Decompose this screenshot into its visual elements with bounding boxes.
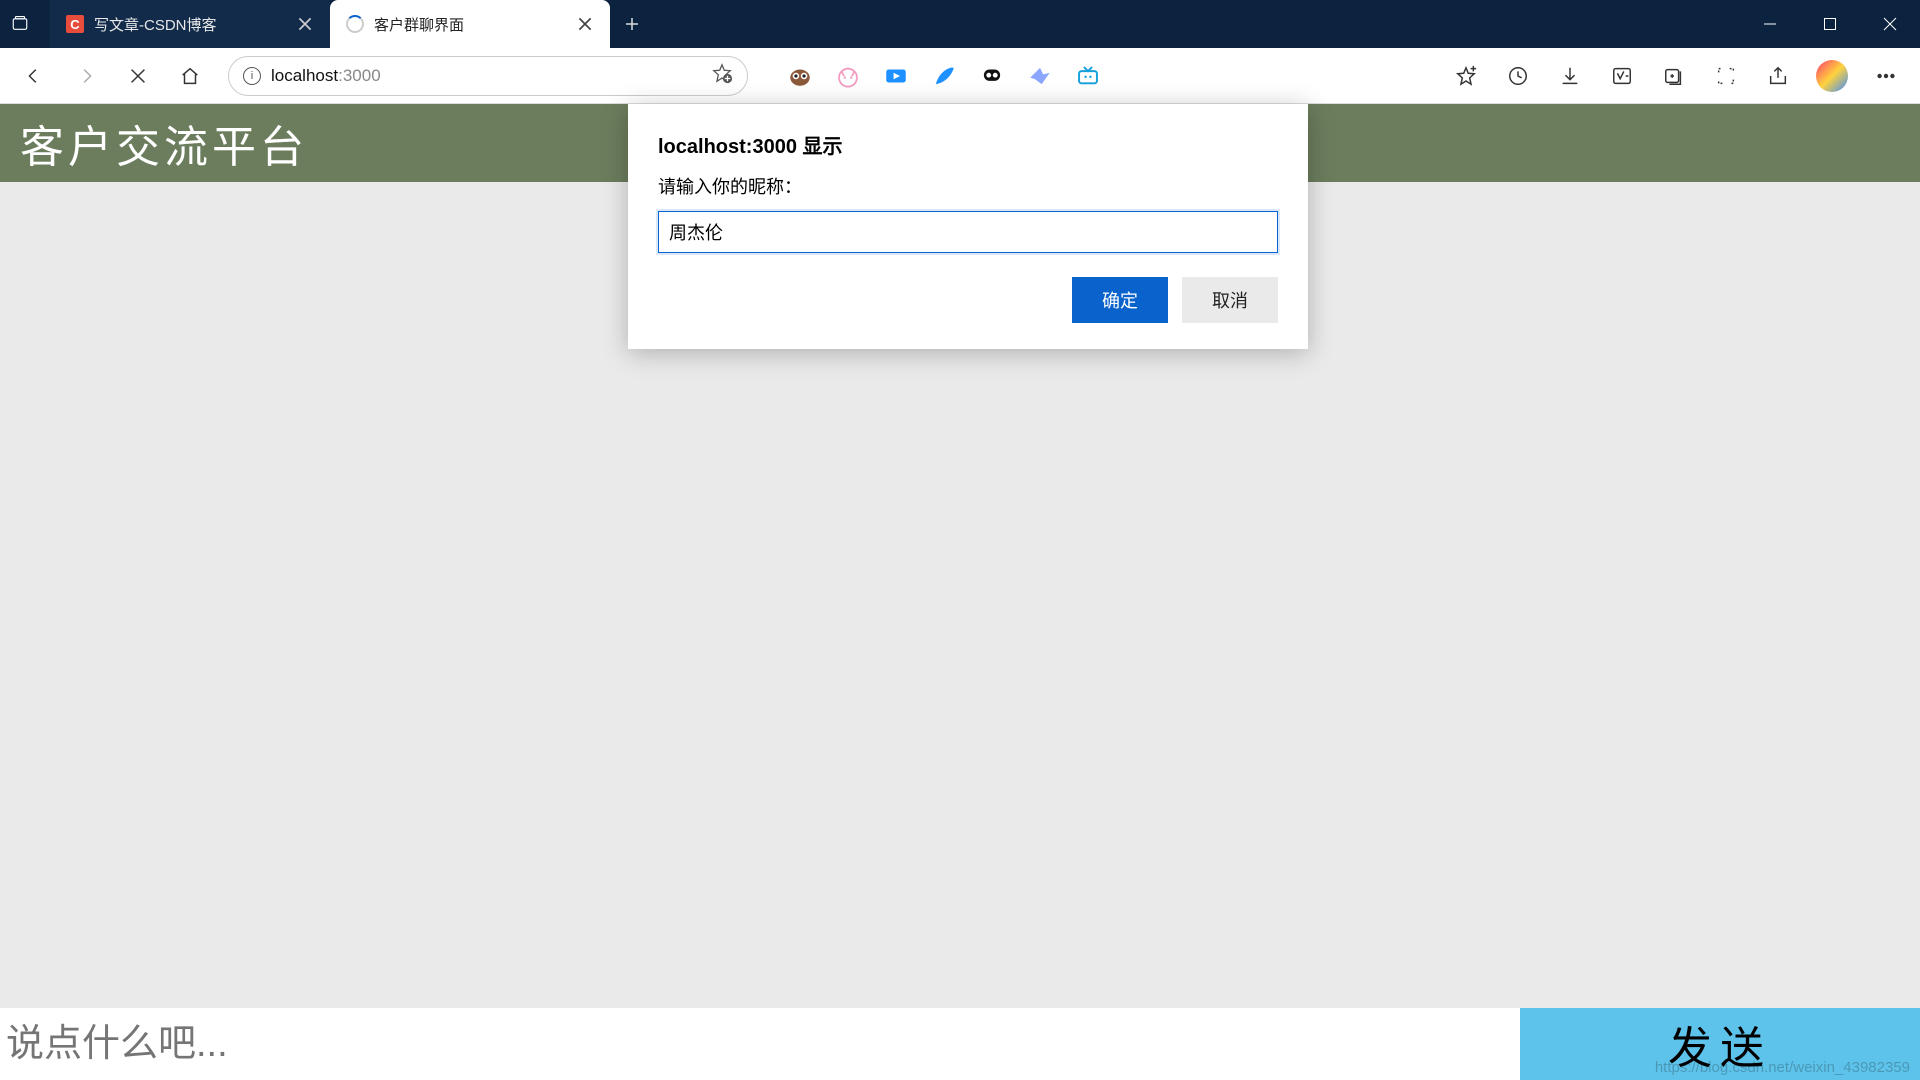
history-button[interactable] (1494, 52, 1542, 100)
share-button[interactable] (1754, 52, 1802, 100)
home-button[interactable] (166, 52, 214, 100)
dialog-cancel-button[interactable]: 取消 (1182, 277, 1278, 323)
forward-button[interactable] (62, 52, 110, 100)
window-titlebar: C 写文章-CSDN博客 客户群聊界面 (0, 0, 1920, 48)
close-tab-button[interactable] (576, 15, 594, 33)
ext-video-icon[interactable] (876, 56, 916, 96)
ext-bird-icon[interactable] (1020, 56, 1060, 96)
tab-overview-button[interactable] (0, 0, 40, 48)
close-window-button[interactable] (1860, 0, 1920, 48)
browser-right-tools (1442, 52, 1910, 100)
screenshot-button[interactable] (1702, 52, 1750, 100)
window-controls (1740, 0, 1920, 48)
new-tab-button[interactable] (610, 0, 654, 48)
ext-mask-icon[interactable] (972, 56, 1012, 96)
stop-reload-button[interactable] (114, 52, 162, 100)
dialog-input[interactable] (658, 211, 1278, 253)
js-prompt-dialog: localhost:3000 显示 请输入你的昵称： 确定 取消 (628, 104, 1308, 349)
watermark-text: https://blog.csdn.net/weixin_43982359 (1655, 1059, 1910, 1076)
ext-owl-icon[interactable] (780, 56, 820, 96)
tab-title: 客户群聊界面 (374, 14, 464, 35)
csdn-favicon-icon: C (66, 15, 84, 33)
message-input-row: 发送 (0, 1008, 1920, 1080)
maximize-button[interactable] (1800, 0, 1860, 48)
dialog-title: localhost:3000 显示 (658, 130, 1278, 159)
downloads-button[interactable] (1546, 52, 1594, 100)
tab-title: 写文章-CSDN博客 (94, 14, 217, 35)
dialog-label: 请输入你的昵称： (658, 173, 1278, 199)
more-button[interactable] (1862, 52, 1910, 100)
extension-icons (780, 56, 1108, 96)
browser-toolbar: i localhost:3000 (0, 48, 1920, 104)
ext-tv-icon[interactable] (1068, 56, 1108, 96)
ext-cat-icon[interactable] (828, 56, 868, 96)
math-tool-button[interactable] (1598, 52, 1646, 100)
page-title: 客户交流平台 (20, 111, 308, 175)
site-info-icon[interactable]: i (243, 67, 261, 85)
minimize-button[interactable] (1740, 0, 1800, 48)
tab-chat[interactable]: 客户群聊界面 (330, 0, 610, 48)
message-input[interactable] (0, 1008, 1520, 1080)
favorites-button[interactable] (1442, 52, 1490, 100)
address-bar[interactable]: i localhost:3000 (228, 56, 748, 96)
loading-favicon-icon (346, 15, 364, 33)
back-button[interactable] (10, 52, 58, 100)
url-text: localhost:3000 (271, 66, 701, 86)
profile-avatar-icon[interactable] (1816, 60, 1848, 92)
close-tab-button[interactable] (296, 15, 314, 33)
tab-csdn[interactable]: C 写文章-CSDN博客 (50, 0, 330, 48)
tab-strip: C 写文章-CSDN博客 客户群聊界面 (40, 0, 654, 48)
ext-feather-icon[interactable] (924, 56, 964, 96)
dialog-ok-button[interactable]: 确定 (1072, 277, 1168, 323)
favorite-star-icon[interactable] (711, 62, 733, 89)
collections-button[interactable] (1650, 52, 1698, 100)
